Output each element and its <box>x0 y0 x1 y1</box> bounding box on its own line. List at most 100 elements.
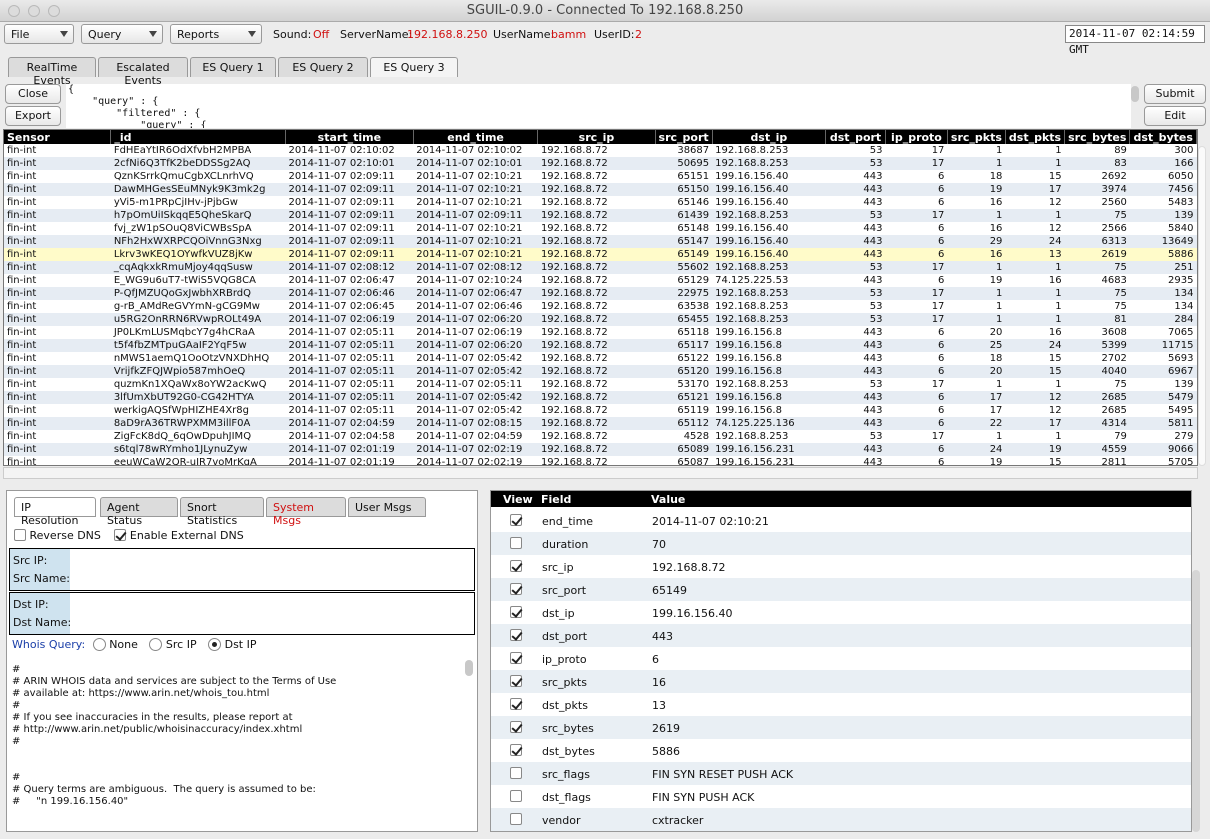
submit-button[interactable]: Submit <box>1144 84 1206 104</box>
tab-ip-resolution[interactable]: IP Resolution <box>14 497 96 527</box>
table-row[interactable]: fin-int eeuWCaW2QR-uIR7voMrKqA 2014-11-07 … <box>4 456 1197 465</box>
column-header-id[interactable]: _id <box>110 130 287 144</box>
tab-es-query-2[interactable]: ES Query 2 <box>278 57 368 77</box>
detail-row[interactable]: src_port 65149 <box>491 578 1191 601</box>
view-checkbox[interactable] <box>510 606 522 618</box>
view-checkbox[interactable] <box>510 514 522 526</box>
tab-agent-status[interactable]: Agent Status <box>100 497 178 527</box>
external-dns-checkbox[interactable] <box>114 529 127 541</box>
whois-src-radio[interactable] <box>149 638 163 651</box>
results-horizontal-scrollbar[interactable] <box>3 467 1198 479</box>
table-row[interactable]: fin-int nMWS1aemQ1OoOtzVNXDhHQ 2014-11-07 … <box>4 352 1197 365</box>
export-button[interactable]: Export <box>5 106 61 126</box>
view-checkbox[interactable] <box>510 560 522 572</box>
reverse-dns-checkbox[interactable] <box>14 529 26 541</box>
edit-button[interactable]: Edit <box>1144 106 1206 126</box>
table-row[interactable]: fin-int u5RG2OnRRN6RVwpROLt49A 2014-11-07 … <box>4 313 1197 326</box>
table-row[interactable]: fin-int 2cfNi6Q3TfK2beDDSSg2AQ 2014-11-07 … <box>4 157 1197 170</box>
tab-es-query-1[interactable]: ES Query 1 <box>190 57 276 77</box>
detail-row[interactable]: dst_pkts 13 <box>491 693 1191 716</box>
table-row[interactable]: fin-int g-rB_AMdReGVYmN-gCG9Mw 2014-11-07 … <box>4 300 1197 313</box>
view-checkbox[interactable] <box>510 767 522 779</box>
detail-row[interactable]: src_ip 192.168.8.72 <box>491 555 1191 578</box>
view-checkbox[interactable] <box>510 790 522 802</box>
view-checkbox[interactable] <box>510 744 522 756</box>
detail-scrollbar[interactable] <box>1192 570 1200 832</box>
table-row[interactable]: fin-int h7pOmUiISkqqE5QheSkarQ 2014-11-07 … <box>4 209 1197 222</box>
view-checkbox[interactable] <box>510 583 522 595</box>
table-row[interactable]: fin-int yVi5-m1PRpCjIHv-jPjbGw 2014-11-07 … <box>4 196 1197 209</box>
file-menu[interactable]: File <box>4 24 74 44</box>
table-row[interactable]: fin-int s6tql78wRYmho1JLynuZyw 2014-11-07 … <box>4 443 1197 456</box>
tab-escalated-events[interactable]: Escalated Events <box>98 57 188 87</box>
whois-scrollbar[interactable] <box>465 660 473 676</box>
detail-row[interactable]: vendor cxtracker <box>491 808 1191 831</box>
column-header-end-time[interactable]: end_time <box>413 130 539 144</box>
table-row[interactable]: fin-int 8aD9rA36TRWPXMM3illF0A 2014-11-07 … <box>4 417 1197 430</box>
table-row[interactable]: fin-int E_WG9u6uT7-tWiS5VQG8CA 2014-11-07 … <box>4 274 1197 287</box>
column-header-ip-proto[interactable]: ip_proto <box>885 130 948 144</box>
reports-menu[interactable]: Reports <box>170 24 262 44</box>
column-header-dst-ip[interactable]: dst_ip <box>712 130 827 144</box>
tab-snort-statistics[interactable]: Snort Statistics <box>180 497 264 527</box>
table-row[interactable]: fin-int JP0LKmLUSMqbcY7g4hCRaA 2014-11-07 … <box>4 326 1197 339</box>
column-header-Sensor[interactable]: Sensor <box>4 130 112 144</box>
column-header-dst-bytes[interactable]: dst_bytes <box>1129 130 1197 144</box>
table-row[interactable]: fin-int FdHEaYtIR6OdXfvbH2MPBA 2014-11-07 … <box>4 144 1197 157</box>
close-window-icon[interactable] <box>8 5 20 17</box>
table-row[interactable]: fin-int NFh2HxWXRPCQOiVnnG3Nxg 2014-11-07 … <box>4 235 1197 248</box>
column-header-dst-pkts[interactable]: dst_pkts <box>1005 130 1066 144</box>
table-row[interactable]: fin-int Lkrv3wKEQ1OYwfkVUZ8jKw 2014-11-07 … <box>4 248 1197 261</box>
table-row[interactable]: fin-int t5f4fbZMTpuGAaIF2YqF5w 2014-11-07 … <box>4 339 1197 352</box>
detail-row[interactable]: src_flags FIN SYN RESET PUSH ACK <box>491 762 1191 785</box>
table-row[interactable]: fin-int fvj_zW1pSOuQ8ViCWBsSpA 2014-11-07 … <box>4 222 1197 235</box>
view-checkbox[interactable] <box>510 629 522 641</box>
tab-es-query-3[interactable]: ES Query 3 <box>370 57 458 77</box>
detail-row[interactable]: src_bytes 2619 <box>491 716 1191 739</box>
table-row[interactable]: fin-int P-QfJMZUQoGxJwbhXRBrdQ 2014-11-07 … <box>4 287 1197 300</box>
detail-row[interactable]: dst_port 443 <box>491 624 1191 647</box>
table-row[interactable]: fin-int werkigAQSfWpHIZHE4Xr8g 2014-11-07 … <box>4 404 1197 417</box>
detail-row[interactable]: dst_flags FIN SYN PUSH ACK <box>491 785 1191 808</box>
table-row[interactable]: fin-int quzmKn1XQaWx8oYW2acKwQ 2014-11-07 … <box>4 378 1197 391</box>
zoom-window-icon[interactable] <box>48 5 60 17</box>
detail-row[interactable]: dst_ip 199.16.156.40 <box>491 601 1191 624</box>
results-vertical-scrollbar[interactable] <box>1198 146 1206 466</box>
table-cell-dst-bytes: 7065 <box>1168 327 1194 338</box>
detail-row[interactable]: duration 70 <box>491 532 1191 555</box>
column-header-dst-port[interactable]: dst_port <box>825 130 887 144</box>
column-header-src-pkts[interactable]: src_pkts <box>947 130 1006 144</box>
whois-dst-radio[interactable] <box>208 638 222 651</box>
detail-row[interactable]: dst_bytes 5886 <box>491 739 1191 762</box>
table-cell-Sensor: fin-int <box>7 197 37 208</box>
detail-row[interactable]: src_pkts 16 <box>491 670 1191 693</box>
column-header-start-time[interactable]: start_time <box>285 130 414 144</box>
detail-row[interactable]: end_time 2014-11-07 02:10:21 <box>491 509 1191 532</box>
table-row[interactable]: fin-int VrijfkZFQJWpio587mhOeQ 2014-11-07 … <box>4 365 1197 378</box>
table-row[interactable]: fin-int QznKSrrkQmuCgbXCLnrhVQ 2014-11-07 … <box>4 170 1197 183</box>
query-editor[interactable]: { "query" : { "filtered" : { "query" : { <box>66 84 1131 128</box>
tab-realtime-events[interactable]: RealTime Events <box>8 57 96 87</box>
tab-system-msgs[interactable]: System Msgs <box>266 497 346 527</box>
whois-none-radio[interactable] <box>92 638 106 651</box>
table-row[interactable]: fin-int _cqAqkxkRmuMjoy4qqSusw 2014-11-07 … <box>4 261 1197 274</box>
view-checkbox[interactable] <box>510 721 522 733</box>
table-row[interactable]: fin-int ZigFcK8dQ_6qOwDpuhJIMQ 2014-11-07 … <box>4 430 1197 443</box>
view-checkbox[interactable] <box>510 652 522 664</box>
column-header-src-port[interactable]: src_port <box>655 130 713 144</box>
query-menu[interactable]: Query <box>81 24 163 44</box>
view-checkbox[interactable] <box>510 675 522 687</box>
query-scrollbar[interactable] <box>1131 86 1139 102</box>
table-row[interactable]: fin-int 3lfUmXbUT92G0-CG42HTYA 2014-11-07 … <box>4 391 1197 404</box>
column-header-src-ip[interactable]: src_ip <box>537 130 656 144</box>
close-button[interactable]: Close <box>5 84 61 104</box>
tab-user-msgs[interactable]: User Msgs <box>348 497 426 517</box>
view-checkbox[interactable] <box>510 698 522 710</box>
table-cell-dst-ip: 199.16.156.40 <box>712 183 826 196</box>
detail-row[interactable]: ip_proto 6 <box>491 647 1191 670</box>
view-checkbox[interactable] <box>510 813 522 825</box>
column-header-src-bytes[interactable]: src_bytes <box>1064 130 1131 144</box>
minimize-window-icon[interactable] <box>28 5 40 17</box>
view-checkbox[interactable] <box>510 537 522 549</box>
table-row[interactable]: fin-int DawMHGesSEuMNyk9K3mk2g 2014-11-07 … <box>4 183 1197 196</box>
